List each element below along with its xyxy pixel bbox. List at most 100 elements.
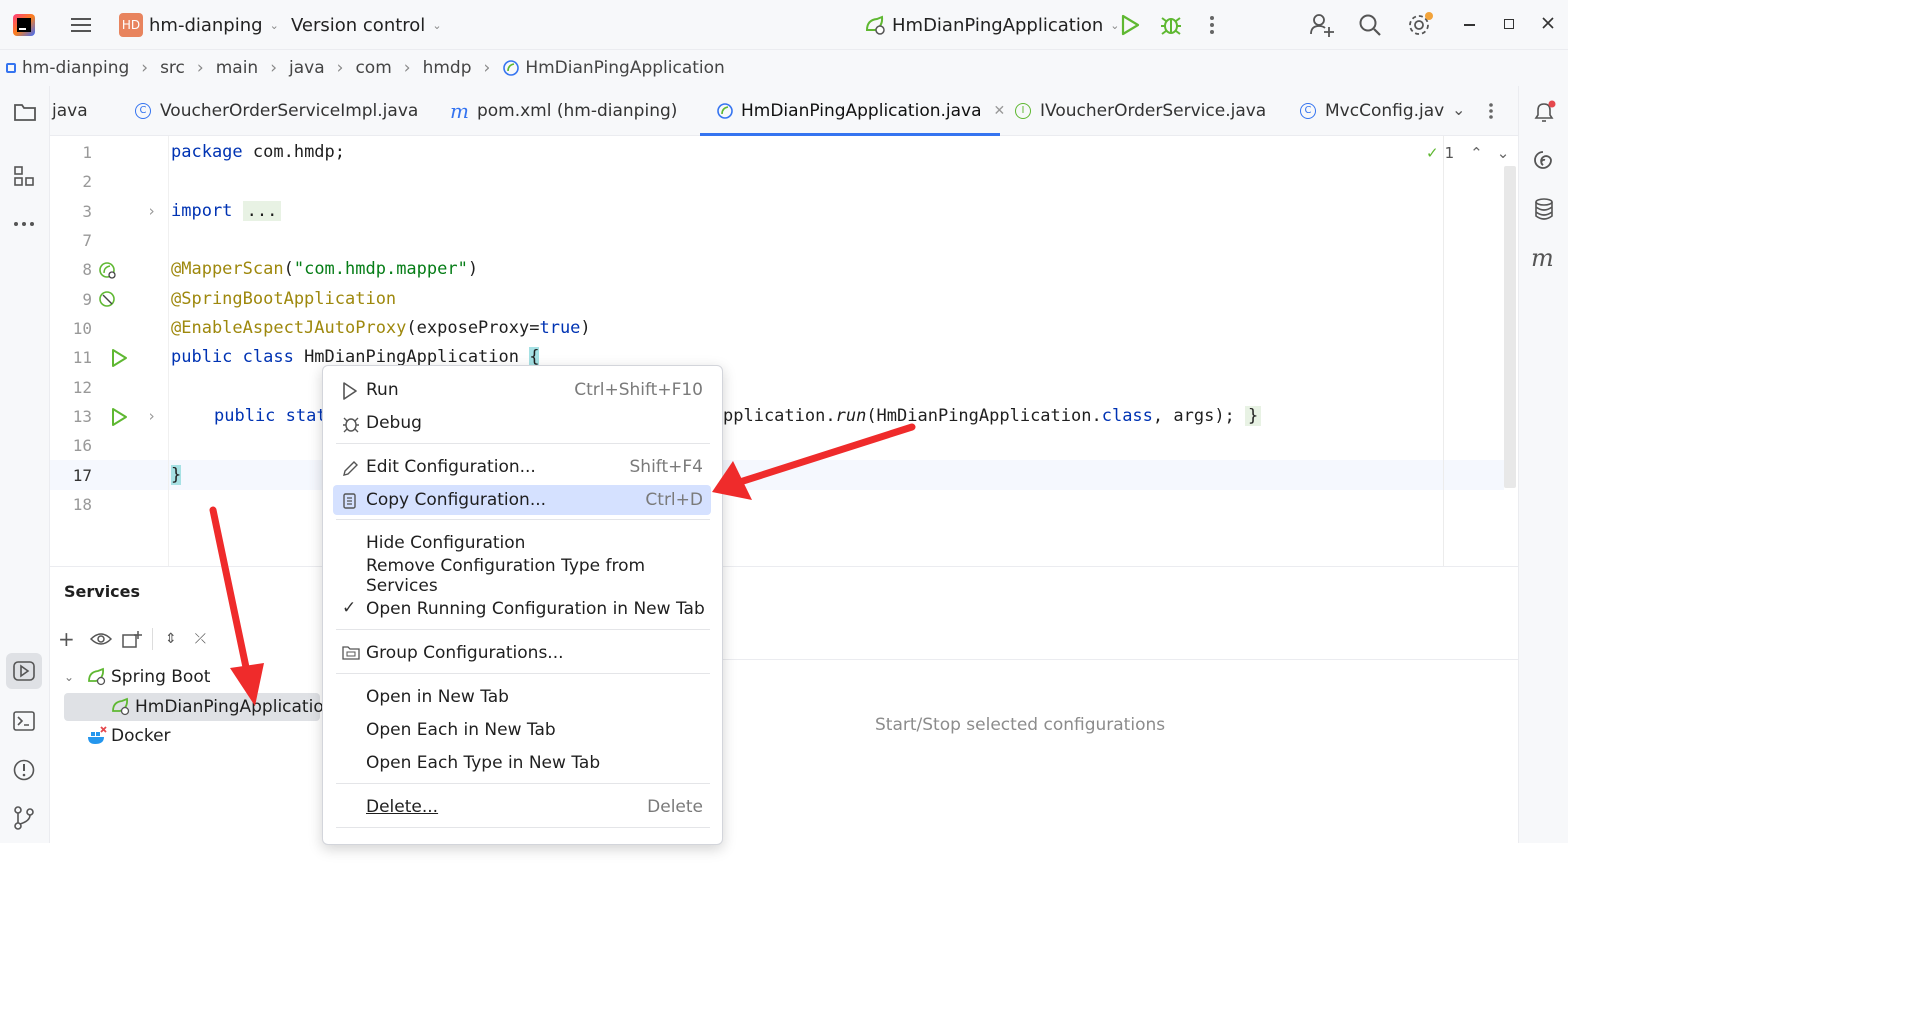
menu-item-shortcut: Ctrl+Shift+F10 — [574, 380, 703, 400]
menu-item-delete[interactable]: Delete... Delete — [333, 792, 711, 822]
editor-scrollbar[interactable] — [1504, 166, 1516, 488]
eye-icon[interactable] — [90, 631, 112, 647]
problems-icon[interactable] — [13, 759, 35, 781]
check-icon: ✓ — [1426, 144, 1439, 162]
spring-boot-gutter-icon[interactable] — [98, 290, 118, 310]
code-line: } — [171, 465, 182, 485]
menu-item-open-running-config-new-tab[interactable]: ✓ Open Running Configuration in New Tab — [333, 594, 711, 624]
project-folder-icon[interactable] — [13, 102, 37, 122]
menu-item-open-each-in-new-tab[interactable]: Open Each in New Tab — [333, 715, 711, 745]
code-line: @SpringBootApplication — [171, 289, 396, 309]
ai-assistant-icon[interactable] — [1532, 149, 1554, 171]
menu-item-label: Run — [366, 380, 399, 400]
terminal-icon[interactable] — [13, 711, 35, 731]
menu-item-group-configurations[interactable]: Group Configurations... — [333, 638, 711, 668]
code-text: ) — [467, 259, 479, 279]
spring-boot-icon — [86, 667, 108, 687]
structure-icon[interactable] — [13, 165, 35, 187]
run-config-name: HmDianPingApplication — [892, 14, 1104, 36]
project-selector[interactable]: HD hm-dianping ⌄ — [119, 12, 279, 38]
close-tab-icon[interactable]: ✕ — [994, 103, 1006, 119]
menu-item-open-each-type-in-new-tab[interactable]: Open Each Type in New Tab — [333, 748, 711, 778]
menu-item-copy-configuration[interactable]: Copy Configuration... Ctrl+D — [333, 485, 711, 515]
fold-chevron-icon[interactable]: › — [147, 407, 156, 425]
code-text: pplication. — [723, 406, 836, 426]
tree-label: Spring Boot — [111, 667, 211, 687]
breadcrumb-item[interactable]: HmDianPingApplication — [525, 58, 725, 78]
expand-all-icon[interactable]: ⇕ — [165, 631, 177, 647]
line-number: 2 — [82, 172, 92, 191]
breadcrumb-item[interactable]: com — [355, 58, 391, 78]
tabs-dropdown-icon[interactable]: ⌄ — [1452, 100, 1465, 119]
more-tools-icon[interactable] — [13, 221, 35, 227]
new-tab-icon[interactable] — [122, 630, 142, 648]
title-bar: HD hm-dianping ⌄ Version control ⌄ HmDia… — [0, 0, 1568, 50]
folded-region[interactable]: ... — [242, 201, 282, 221]
chevron-right-icon: › — [403, 58, 411, 78]
main-menu-icon[interactable] — [70, 15, 92, 35]
code-text: (HmDianPingApplication. — [866, 406, 1102, 426]
run-config-selector[interactable]: HmDianPingApplication ⌄ — [863, 12, 1119, 38]
tab-label: pom.xml (hm-dianping) — [476, 101, 678, 121]
breadcrumb-item[interactable]: hm-dianping — [22, 58, 129, 78]
maximize-icon[interactable] — [1504, 19, 1514, 29]
run-gutter-icon[interactable] — [110, 348, 128, 368]
tree-item-hm-dian-ping-application[interactable]: HmDianPingApplication — [64, 693, 335, 721]
code-line: pplication.run(HmDianPingApplication.cla… — [723, 406, 1262, 426]
code-text: (exposeProxy= — [406, 318, 540, 338]
code-line: public stat — [214, 406, 327, 426]
left-tool-window-bar — [0, 86, 50, 843]
tab-pom-xml[interactable]: m pom.xml (hm-dianping) — [450, 86, 677, 136]
tab-java[interactable]: java — [52, 86, 88, 136]
menu-item-edit-configuration[interactable]: Edit Configuration... Shift+F4 — [333, 452, 711, 482]
mapper-scan-gutter-icon[interactable] — [98, 261, 118, 281]
menu-item-run[interactable]: Run Ctrl+Shift+F10 — [333, 375, 711, 405]
tab-mvc-config[interactable]: C MvcConfig.jav — [1300, 86, 1444, 136]
brace: { — [529, 347, 540, 367]
breadcrumb-item[interactable]: java — [289, 58, 325, 78]
collapse-all-icon[interactable]: ⤫ — [195, 631, 206, 647]
fold-chevron-icon[interactable]: › — [147, 202, 156, 220]
keyword: class — [1101, 406, 1153, 426]
add-service-icon[interactable]: + — [58, 627, 80, 651]
code-with-me-icon[interactable] — [1309, 12, 1335, 38]
chevron-up-icon[interactable]: ⌃ — [1470, 144, 1483, 162]
git-icon[interactable] — [13, 806, 35, 830]
maven-file-icon: m — [450, 99, 469, 123]
minimize-icon[interactable] — [1464, 24, 1475, 26]
run-icon[interactable] — [1120, 14, 1140, 36]
breadcrumb-item[interactable]: main — [216, 58, 258, 78]
menu-separator — [336, 519, 710, 520]
settings-icon[interactable] — [1407, 12, 1435, 38]
chevron-down-icon[interactable]: ⌄ — [1497, 144, 1510, 162]
debug-icon[interactable] — [1160, 13, 1182, 37]
close-window-icon[interactable] — [1540, 14, 1556, 32]
more-actions-icon[interactable] — [1208, 14, 1216, 36]
app-logo-icon[interactable] — [13, 14, 35, 36]
menu-item-debug[interactable]: Debug — [333, 408, 711, 438]
code-editor[interactable]: ✓ 1 ⌃ ⌄ 1 2 3 7 8 9 10 11 12 13 16 17 18… — [50, 136, 1518, 566]
maven-icon[interactable]: m — [1531, 244, 1554, 272]
breadcrumb-item[interactable]: src — [160, 58, 185, 78]
search-icon[interactable] — [1358, 13, 1382, 37]
breadcrumb-item[interactable]: hmdp — [423, 58, 472, 78]
services-icon[interactable] — [6, 653, 42, 689]
tab-hm-dian-ping-application[interactable]: HmDianPingApplication.java ✕ — [700, 86, 1005, 136]
notifications-icon[interactable] — [1532, 100, 1558, 124]
inspection-widget[interactable]: ✓ 1 ⌃ ⌄ — [1426, 144, 1509, 162]
version-control-selector[interactable]: Version control ⌄ — [291, 12, 442, 38]
tree-group-spring-boot[interactable]: ⌄ Spring Boot — [64, 667, 210, 687]
tab-ivoucher-order-service[interactable]: I IVoucherOrderService.java — [1015, 86, 1266, 136]
tree-item-docker[interactable]: Docker — [86, 726, 171, 746]
menu-item-open-in-new-tab[interactable]: Open in New Tab — [333, 682, 711, 712]
database-icon[interactable] — [1533, 197, 1555, 221]
tab-voucher-order-service-impl[interactable]: C VoucherOrderServiceImpl.java — [135, 86, 418, 136]
run-gutter-icon[interactable] — [110, 407, 128, 427]
menu-separator — [336, 443, 710, 444]
menu-item-remove-configuration-type[interactable]: Remove Configuration Type from Services — [333, 556, 711, 596]
docker-icon — [86, 726, 108, 746]
menu-item-hide-configuration[interactable]: Hide Configuration — [333, 528, 711, 558]
tabs-more-icon[interactable] — [1488, 102, 1494, 120]
chevron-right-icon: › — [196, 58, 204, 78]
run-icon — [342, 382, 358, 400]
